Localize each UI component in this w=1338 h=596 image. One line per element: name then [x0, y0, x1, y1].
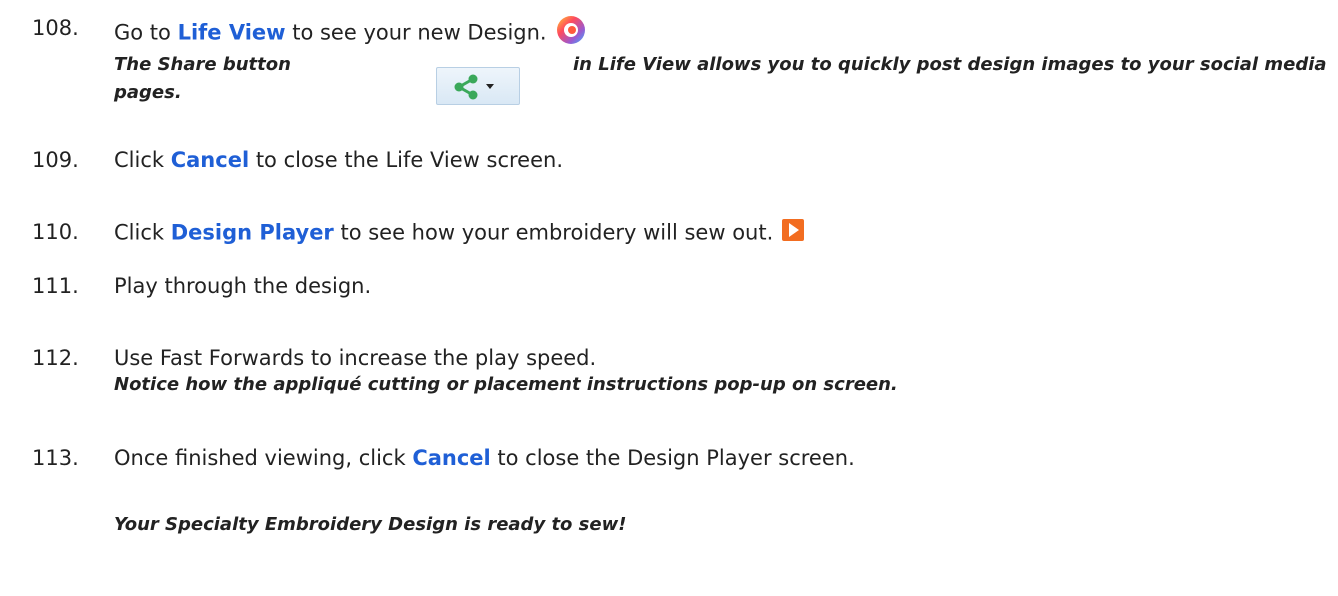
step-text: Click Cancel to close the Life View scre… — [114, 148, 563, 172]
step-number: 110. — [32, 220, 79, 244]
step-number: 108. — [32, 16, 79, 40]
final-note: Your Specialty Embroidery Design is read… — [114, 514, 627, 535]
cancel-link: Cancel — [170, 148, 250, 172]
share-icon — [454, 74, 494, 100]
share-note: The Share button — [114, 54, 291, 75]
share-note-line2: pages. — [114, 82, 182, 103]
step-text: Click Design Player to see how your embr… — [114, 218, 805, 249]
step-number: 113. — [32, 446, 79, 470]
play-icon — [781, 218, 805, 249]
design-player-link: Design Player — [170, 220, 334, 245]
step-number: 111. — [32, 274, 79, 298]
step-text: Use Fast Forwards to increase the play s… — [114, 346, 597, 370]
share-note-cont: in Life View allows you to quickly post … — [573, 54, 1327, 75]
life-view-icon — [555, 14, 587, 53]
share-button[interactable] — [436, 67, 520, 105]
step-number: 112. — [32, 346, 79, 370]
step-number: 109. — [32, 148, 79, 172]
step-text: Go to Life View to see your new Design. — [114, 14, 587, 53]
cancel-link: Cancel — [412, 446, 491, 470]
step-text: Once finished viewing, click Cancel to c… — [114, 446, 855, 470]
step-text: Play through the design. — [114, 274, 372, 298]
applique-note: Notice how the appliqué cutting or place… — [114, 374, 898, 395]
life-view-link: Life View — [177, 20, 286, 45]
